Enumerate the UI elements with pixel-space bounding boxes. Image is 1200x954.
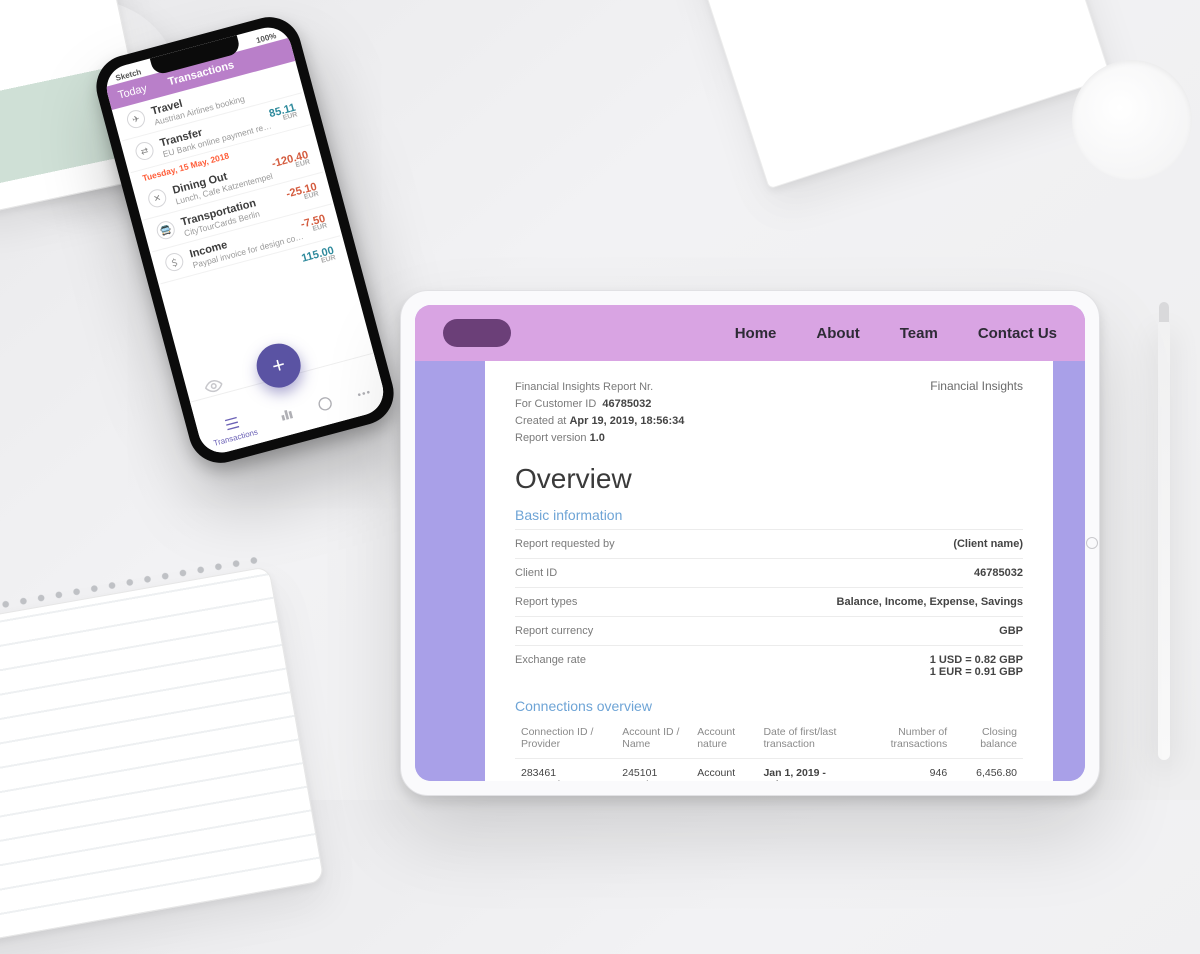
- tx-amount: 85.11 EUR: [268, 102, 298, 125]
- cell-connection: 283461 Santander santander_gb: [515, 759, 616, 781]
- info-row: Report currency GBP: [515, 616, 1023, 645]
- th-connection: Connection ID / Provider: [515, 720, 616, 759]
- meta-created-at: Apr 19, 2019, 18:56:34: [569, 415, 684, 427]
- header-spacer: [256, 52, 283, 59]
- tablet-screen: Home About Team Contact Us Financial Ins…: [415, 305, 1085, 781]
- cell-nature: Account: [691, 759, 757, 781]
- info-value: (Client name): [953, 538, 1023, 550]
- th-dates: Date of first/last transaction: [757, 720, 858, 759]
- info-row: Exchange rate 1 USD = 0.82 GBP 1 EUR = 0…: [515, 645, 1023, 686]
- info-value: 1 USD = 0.82 GBP 1 EUR = 0.91 GBP: [930, 654, 1023, 678]
- info-value: Balance, Income, Expense, Savings: [837, 596, 1023, 608]
- income-icon: ＄: [163, 251, 185, 273]
- th-balance: Closing balance: [953, 720, 1023, 759]
- phone-bottom-bar: + Transactions: [190, 353, 389, 458]
- plane-icon: ✈: [125, 108, 147, 130]
- report-document: Financial Insights Report Nr. For Custom…: [485, 361, 1053, 781]
- tab-more[interactable]: [354, 384, 374, 404]
- info-key: Exchange rate: [515, 654, 586, 678]
- info-value: GBP: [999, 625, 1023, 637]
- th-account: Account ID / Name: [616, 720, 691, 759]
- info-row: Report requested by (Client name): [515, 529, 1023, 558]
- meta-customer-label: For Customer ID: [515, 398, 596, 410]
- tx-amount: -120.40 EUR: [270, 149, 310, 175]
- jar-lid: [1072, 60, 1192, 180]
- table-row: 283461 Santander santander_gb 245101 OAu…: [515, 759, 1023, 781]
- loose-paper: [689, 0, 1112, 189]
- tab-reports[interactable]: [276, 404, 296, 424]
- info-row: Client ID 46785032: [515, 558, 1023, 587]
- cell-dates: Jan 1, 2019 - Jul 1, 2019: [757, 759, 858, 781]
- info-key: Report requested by: [515, 538, 615, 550]
- header-today-button[interactable]: Today: [117, 82, 148, 101]
- tx-amount: -25.10 EUR: [285, 181, 320, 205]
- add-transaction-button[interactable]: +: [252, 339, 306, 393]
- tx-amount: -7.50 EUR: [299, 213, 328, 236]
- tab-budget[interactable]: [315, 394, 335, 414]
- meta-created-label: Created at: [515, 415, 566, 427]
- brand-pill[interactable]: [443, 319, 511, 347]
- phone-screen: Sketch 9:41 AM 100% Today Transactions ✈…: [101, 22, 388, 458]
- right-gutter: [1053, 361, 1085, 781]
- info-key: Client ID: [515, 567, 557, 579]
- site-navbar: Home About Team Contact Us: [415, 305, 1085, 361]
- meta-customer-id: 46785032: [602, 398, 651, 410]
- cell-balance: 6,456.80 EUR 5,865.92 GBP: [953, 759, 1023, 781]
- dining-icon: ✕: [146, 187, 168, 209]
- meta-version: 1.0: [590, 432, 605, 444]
- tablet-home-button[interactable]: [1086, 537, 1098, 549]
- meta-line1: Financial Insights Report Nr.: [515, 379, 684, 396]
- cell-account: 245101 OAuth account: [616, 759, 691, 781]
- report-meta: Financial Insights Report Nr. For Custom…: [515, 379, 684, 447]
- nav-home[interactable]: Home: [735, 325, 777, 342]
- spiral-notebook: [0, 566, 325, 954]
- info-row: Report types Balance, Income, Expense, S…: [515, 587, 1023, 616]
- eye-icon[interactable]: [203, 377, 225, 399]
- page-title: Overview: [515, 463, 1023, 495]
- nav-about[interactable]: About: [816, 325, 859, 342]
- section-connections: Connections overview: [515, 698, 1023, 714]
- info-key: Report currency: [515, 625, 593, 637]
- nav-contact[interactable]: Contact Us: [978, 325, 1057, 342]
- brand-label: Financial Insights: [930, 379, 1023, 393]
- tablet-device: Home About Team Contact Us Financial Ins…: [400, 290, 1100, 796]
- info-key: Report types: [515, 596, 577, 608]
- connections-table: Connection ID / Provider Account ID / Na…: [515, 720, 1023, 781]
- section-basic-info: Basic information: [515, 507, 1023, 523]
- info-value: 46785032: [974, 567, 1023, 579]
- th-count: Number of transactions: [859, 720, 954, 759]
- left-gutter: [415, 361, 485, 781]
- nav-team[interactable]: Team: [900, 325, 938, 342]
- transfer-icon: ⇄: [134, 140, 156, 162]
- report-viewport[interactable]: Financial Insights Report Nr. For Custom…: [415, 361, 1085, 781]
- th-nature: Account nature: [691, 720, 757, 759]
- phone-device: Sketch 9:41 AM 100% Today Transactions ✈…: [89, 10, 401, 470]
- tx-amount: 115.00 EUR: [300, 245, 336, 270]
- cell-count: 946: [859, 759, 954, 781]
- transport-icon: 🚍: [155, 219, 177, 241]
- stylus-pencil: [1158, 320, 1170, 760]
- tab-transactions[interactable]: Transactions: [208, 410, 259, 448]
- meta-version-label: Report version: [515, 432, 587, 444]
